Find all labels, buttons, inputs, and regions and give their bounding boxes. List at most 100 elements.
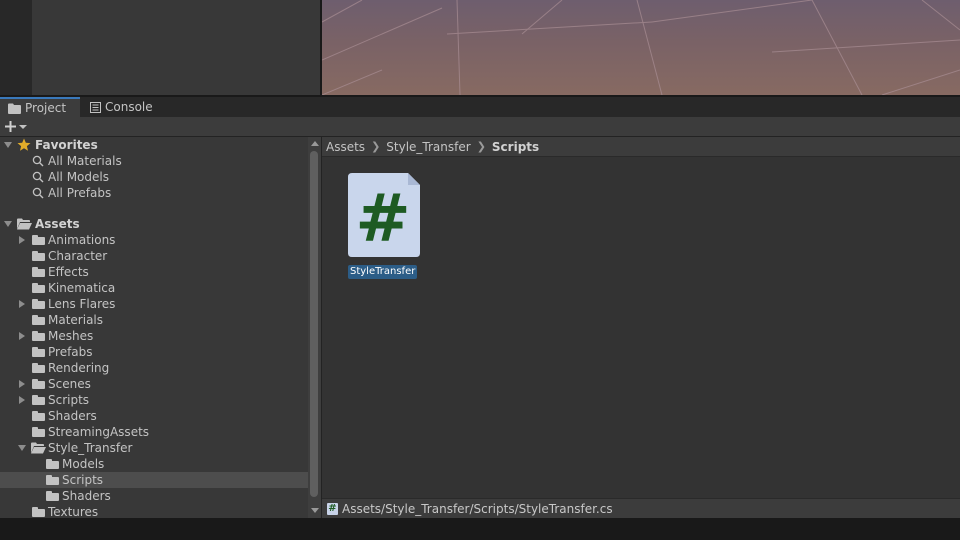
create-button[interactable] [4, 118, 32, 135]
assets-label: Assets [35, 217, 80, 231]
expand-arrow-icon[interactable] [4, 142, 12, 148]
asset-name[interactable]: StyleTransfer [348, 265, 418, 279]
folder-icon [32, 267, 45, 277]
scroll-up-arrow-icon[interactable] [311, 141, 319, 146]
folder-label: Meshes [48, 329, 94, 343]
folder-label: Rendering [48, 361, 110, 375]
project-toolbar [0, 117, 960, 137]
folder-item[interactable]: Kinematica [0, 280, 308, 296]
chevron-right-icon: ❯ [371, 140, 381, 153]
scene-view[interactable] [322, 0, 960, 95]
folder-label: Kinematica [48, 281, 116, 295]
asset-item[interactable]: # StyleTransfer [348, 173, 420, 279]
favorite-item-label: All Models [48, 170, 109, 184]
folder-icon [46, 459, 59, 469]
scrollbar-thumb[interactable] [310, 151, 318, 497]
expand-arrow-icon[interactable] [19, 236, 25, 244]
tab-project[interactable]: Project [0, 97, 80, 117]
folder-item[interactable]: Rendering [0, 360, 308, 376]
favorite-item[interactable]: All Prefabs [0, 185, 308, 201]
search-icon [32, 187, 44, 199]
folder-icon [46, 491, 59, 501]
assets-header[interactable]: Assets [0, 216, 308, 232]
folder-label: Materials [48, 313, 104, 327]
open-folder-icon [31, 442, 46, 454]
folder-label: Shaders [62, 489, 111, 503]
folder-item[interactable]: Scripts [0, 392, 308, 408]
search-icon [32, 155, 44, 167]
folder-label: StreamingAssets [48, 425, 150, 439]
folder-item[interactable]: Shaders [0, 488, 308, 504]
selected-asset-path: Assets/Style_Transfer/Scripts/StyleTrans… [342, 501, 613, 516]
folder-icon [32, 379, 45, 389]
folder-item[interactable]: Materials [0, 312, 308, 328]
folder-label: Style_Transfer [48, 441, 133, 455]
folder-label: Prefabs [48, 345, 93, 359]
favorites-label: Favorites [35, 138, 98, 152]
expand-arrow-icon[interactable] [19, 300, 25, 308]
folder-item[interactable]: Lens Flares [0, 296, 308, 312]
folder-item[interactable]: Scenes [0, 376, 308, 392]
asset-browser: Assets ❯ Style_Transfer ❯ Scripts # Styl… [321, 137, 960, 518]
favorites-header[interactable]: Favorites [0, 137, 308, 153]
folder-label: Models [62, 457, 105, 471]
scene-toolbar-strip [0, 0, 32, 95]
folder-item[interactable]: Prefabs [0, 344, 308, 360]
favorite-item-label: All Prefabs [48, 186, 112, 200]
scroll-down-arrow-icon[interactable] [311, 508, 319, 513]
tab-console-label: Console [105, 100, 153, 114]
folder-label: Lens Flares [48, 297, 116, 311]
breadcrumb-current[interactable]: Scripts [492, 140, 539, 154]
folder-label: Effects [48, 265, 89, 279]
selection-path-bar: # Assets/Style_Transfer/Scripts/StyleTra… [322, 498, 960, 518]
folder-item[interactable]: Style_Transfer [0, 440, 308, 456]
console-icon [90, 101, 101, 113]
folder-label: Scripts [62, 473, 104, 487]
folder-icon [8, 103, 21, 114]
folder-item[interactable]: Models [0, 456, 308, 472]
breadcrumb-item[interactable]: Assets [326, 140, 365, 154]
folder-icon [32, 315, 45, 325]
plus-icon [5, 121, 16, 132]
expand-arrow-icon[interactable] [19, 396, 25, 404]
folder-label: Shaders [48, 409, 97, 423]
chevron-right-icon: ❯ [476, 140, 486, 153]
favorite-item[interactable]: All Models [0, 169, 308, 185]
expand-arrow-icon[interactable] [19, 380, 25, 388]
open-folder-icon [17, 218, 32, 230]
breadcrumb: Assets ❯ Style_Transfer ❯ Scripts [322, 137, 960, 157]
folder-item[interactable]: Textures [0, 504, 308, 518]
tab-console[interactable]: Console [82, 97, 162, 117]
folder-label: Scripts [48, 393, 90, 407]
hierarchy-panel [32, 0, 320, 95]
folder-icon [32, 395, 45, 405]
breadcrumb-item[interactable]: Style_Transfer [386, 140, 470, 154]
folder-icon [32, 299, 45, 309]
bottom-border [0, 518, 960, 540]
expand-arrow-icon[interactable] [19, 332, 25, 340]
folder-item[interactable]: Shaders [0, 408, 308, 424]
folder-icon [32, 283, 45, 293]
folder-icon [46, 475, 59, 485]
favorite-item[interactable]: All Materials [0, 153, 308, 169]
folder-item[interactable]: Effects [0, 264, 308, 280]
tree-scrollbar[interactable] [308, 137, 321, 518]
asset-icon-glyph: # [355, 180, 410, 257]
favorite-item-label: All Materials [48, 154, 122, 168]
folder-icon [32, 235, 45, 245]
folder-item-selected[interactable]: Scripts [0, 472, 308, 488]
folder-icon [32, 347, 45, 357]
chevron-down-icon [19, 124, 27, 129]
expand-arrow-icon[interactable] [18, 445, 26, 451]
folder-item[interactable]: Meshes [0, 328, 308, 344]
folder-icon [32, 427, 45, 437]
folder-item[interactable]: StreamingAssets [0, 424, 308, 440]
csharp-script-icon: # [327, 502, 338, 515]
folder-item[interactable]: Character [0, 248, 308, 264]
search-icon [32, 171, 44, 183]
folder-icon [32, 331, 45, 341]
folder-icon [32, 251, 45, 261]
folder-label: Scenes [48, 377, 91, 391]
expand-arrow-icon[interactable] [4, 221, 12, 227]
folder-item[interactable]: Animations [0, 232, 308, 248]
